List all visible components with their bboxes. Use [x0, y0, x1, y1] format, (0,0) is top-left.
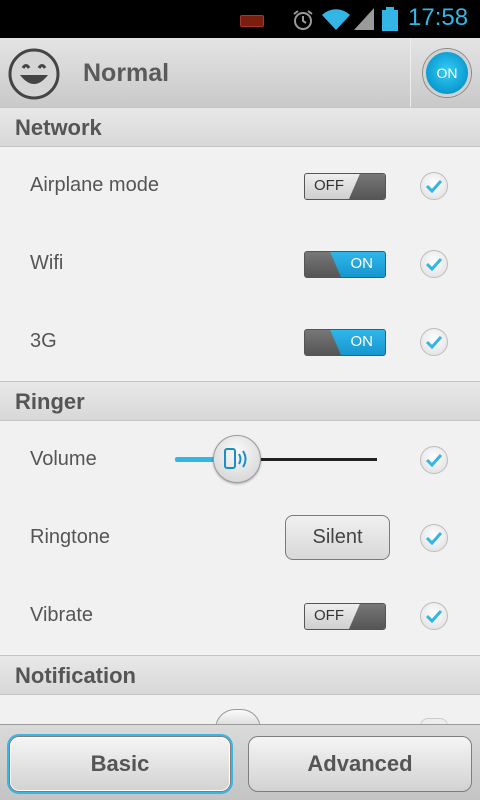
row-label: Ringtone	[30, 526, 111, 548]
toggle-text: ON	[350, 333, 374, 350]
toggle-knob	[305, 252, 341, 277]
row-volume: Volume	[0, 421, 480, 499]
section-notification: Notification	[0, 655, 480, 695]
toggle-text: OFF	[314, 607, 344, 624]
bottom-tab-bar: Basic Advanced	[0, 724, 480, 800]
row-wifi: Wifi ON	[0, 225, 480, 303]
tab-basic[interactable]: Basic	[9, 736, 231, 792]
wifi-icon	[322, 9, 350, 31]
vibrate-toggle[interactable]: OFF	[304, 603, 386, 630]
row-label: Airplane mode	[30, 174, 159, 196]
battery-icon	[382, 7, 398, 31]
checkmark-icon	[425, 531, 443, 545]
row-airplane-mode: Airplane mode OFF	[0, 147, 480, 225]
row-label: Vibrate	[30, 604, 94, 626]
checkmark-icon	[425, 453, 443, 467]
profile-header: Normal ON	[0, 38, 480, 108]
airplane-checkbox[interactable]	[420, 172, 448, 200]
row-label: Wifi	[30, 252, 64, 274]
wifi-toggle[interactable]: ON	[304, 251, 386, 278]
wifi-checkbox[interactable]	[420, 250, 448, 278]
section-ringer: Ringer	[0, 381, 480, 421]
ringtone-select-button[interactable]: Silent	[285, 515, 390, 560]
toggle-knob	[349, 174, 385, 199]
airplane-toggle[interactable]: OFF	[304, 173, 386, 200]
section-network: Network	[0, 107, 480, 147]
row-ringtone: Ringtone Silent	[0, 499, 480, 577]
toggle-text: ON	[350, 255, 374, 272]
header-divider	[410, 38, 411, 108]
checkmark-icon	[425, 179, 443, 193]
alarm-icon	[293, 10, 313, 30]
toggle-knob	[305, 330, 341, 355]
checkmark-icon	[425, 335, 443, 349]
checkmark-icon	[425, 609, 443, 623]
volume-checkbox[interactable]	[420, 446, 448, 474]
smiley-icon[interactable]	[8, 48, 60, 100]
checkmark-icon	[425, 257, 443, 271]
section-title: Network	[15, 115, 102, 140]
3g-checkbox[interactable]	[420, 328, 448, 356]
volume-slider-handle[interactable]	[213, 435, 261, 483]
toggle-text: OFF	[314, 177, 344, 194]
status-bar: 17:58	[0, 0, 480, 38]
power-toggle-button[interactable]: ON	[423, 49, 471, 97]
tab-advanced[interactable]: Advanced	[248, 736, 472, 792]
ringtone-checkbox[interactable]	[420, 524, 448, 552]
battery-warning-icon	[240, 15, 264, 27]
row-label: 3G	[30, 330, 57, 352]
profile-title: Normal	[83, 59, 170, 87]
toggle-knob	[349, 604, 385, 629]
signal-icon	[354, 8, 374, 30]
section-title: Ringer	[15, 389, 85, 414]
3g-toggle[interactable]: ON	[304, 329, 386, 356]
vibrate-checkbox[interactable]	[420, 602, 448, 630]
row-label: Volume	[30, 448, 97, 470]
clock: 17:58	[408, 4, 469, 31]
section-title: Notification	[15, 663, 136, 688]
row-vibrate: Vibrate OFF	[0, 577, 480, 655]
phone-ringing-icon	[224, 448, 247, 469]
row-3g: 3G ON	[0, 303, 480, 381]
